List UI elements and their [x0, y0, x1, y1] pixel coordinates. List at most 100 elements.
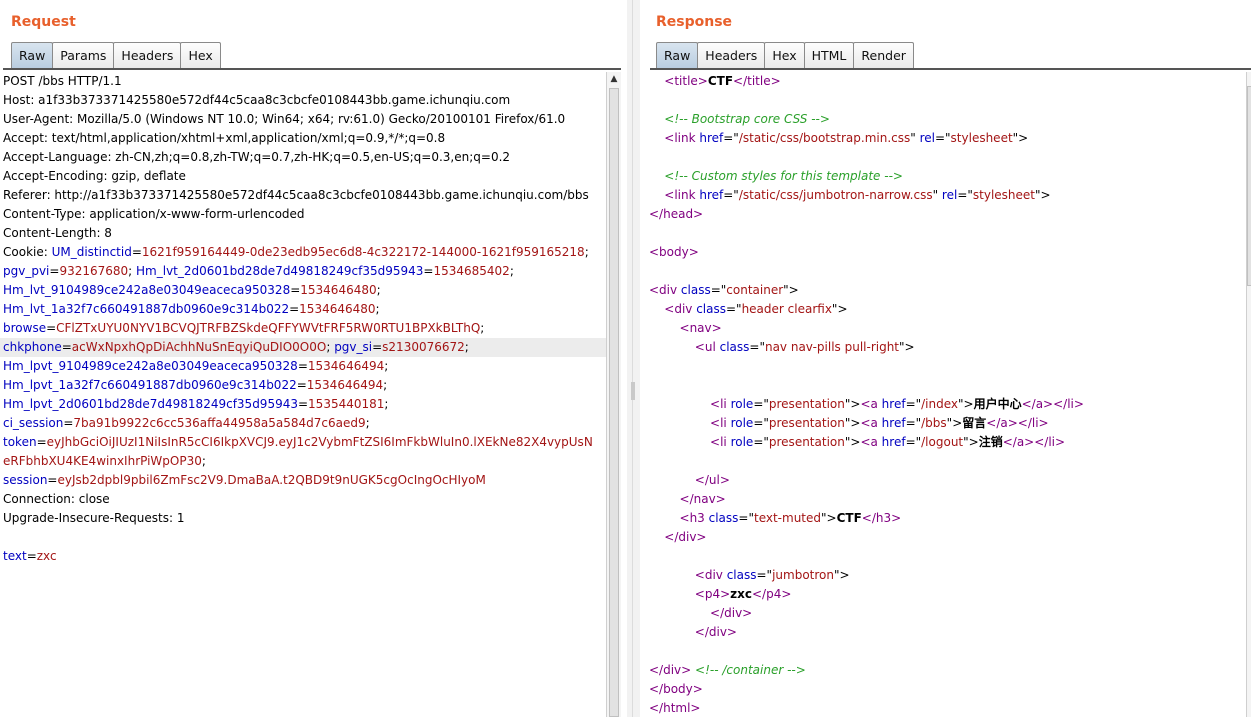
scroll-up-arrow-icon[interactable]: ▲	[607, 72, 621, 86]
code-token: /logout	[921, 435, 964, 449]
request-scroll-thumb[interactable]	[609, 88, 619, 717]
code-token: =	[296, 378, 307, 392]
response-tab-underline	[650, 68, 1251, 70]
code-token: <!-- /container -->	[695, 663, 806, 677]
code-token: Host: a1f33b373371425580e572df44c5caa8c3…	[3, 93, 511, 107]
code-line: Hm_lpvt_9104989ce242a8e03049eaceca950328…	[0, 357, 606, 376]
code-token: rel	[941, 188, 958, 202]
code-token: </html>	[649, 701, 701, 715]
code-token: 1535440181	[308, 397, 385, 411]
code-token: <link	[664, 188, 700, 202]
tab-raw[interactable]: Raw	[656, 42, 699, 68]
code-token: Hm_lpvt_9104989ce242a8e03049eaceca950328	[3, 359, 298, 373]
code-line: <ul class="nav nav-pills pull-right">	[646, 338, 1246, 357]
code-line: <li role="presentation"><a href="/logout…	[646, 433, 1246, 452]
code-token: =	[26, 549, 37, 563]
code-token: <h3	[679, 511, 709, 525]
code-token: presentation	[768, 397, 845, 411]
tab-render[interactable]: Render	[853, 42, 914, 68]
code-line: <div class="jumbotron">	[646, 566, 1246, 585]
code-token: ;	[375, 302, 380, 316]
code-line: </head>	[646, 205, 1246, 224]
code-token: CTF	[836, 511, 862, 525]
code-line: </div>	[646, 623, 1246, 642]
code-token: Content-Length: 8	[3, 226, 112, 240]
response-scroll-thumb[interactable]	[1247, 86, 1251, 286]
code-token: 1534685402	[433, 264, 510, 278]
code-token: 注销	[978, 435, 1003, 449]
code-line: </div>	[646, 528, 1246, 547]
code-token: token	[3, 435, 37, 449]
code-token: </div>	[664, 530, 707, 544]
code-token: Hm_lvt_2d0601bd28de7d49818249cf35d95943	[136, 264, 424, 278]
code-token: </title>	[733, 74, 781, 88]
code-token: rel	[919, 131, 935, 145]
code-token: browse	[3, 321, 47, 335]
tab-headers[interactable]: Headers	[697, 42, 766, 68]
code-token: ">	[844, 416, 861, 430]
code-token: ">	[831, 302, 848, 316]
response-editor[interactable]: <title>CTF</title> <!-- Bootstrap core C…	[646, 72, 1246, 717]
code-token: class	[726, 568, 757, 582]
response-scrollbar[interactable]	[1246, 72, 1251, 717]
code-token: ci_session	[3, 416, 64, 430]
tab-raw[interactable]: Raw	[11, 42, 54, 68]
code-token: </nav>	[679, 492, 726, 506]
code-token: Cookie:	[3, 245, 52, 259]
code-token: Referer: http://a1f33b373371425580e572df…	[3, 188, 589, 202]
request-editor[interactable]: POST /bbs HTTP/1.1 Host: a1f33b3733714255…	[0, 72, 606, 717]
panel-splitter[interactable]	[627, 0, 640, 717]
code-token: class	[708, 511, 739, 525]
request-title: Request	[11, 14, 76, 30]
code-token: ">	[821, 511, 837, 525]
code-line: text=zxc	[0, 547, 606, 566]
splitter-grip-icon[interactable]	[631, 382, 635, 400]
code-token: </head>	[649, 207, 704, 221]
request-scrollbar[interactable]: ▲	[606, 72, 621, 717]
code-line: </nav>	[646, 490, 1246, 509]
tab-html[interactable]: HTML	[803, 42, 855, 68]
code-line: chkphone=acWxNpxhQpDiAchhNuSnEqyiQuDIO0O…	[0, 338, 606, 357]
code-line: Hm_lvt_9104989ce242a8e03049eaceca950328=…	[0, 281, 606, 300]
code-token: ">	[946, 416, 963, 430]
code-token: </div>	[710, 606, 753, 620]
code-token: session	[3, 473, 48, 487]
code-token: <div	[694, 568, 727, 582]
code-token: s2130076672	[382, 340, 465, 354]
code-line: Cookie: UM_distinctid=1621f959164449-0de…	[0, 243, 606, 262]
code-line: Hm_lpvt_2d0601bd28de7d49818249cf35d95943…	[0, 395, 606, 414]
code-token: <a	[860, 435, 882, 449]
tab-hex[interactable]: Hex	[764, 42, 805, 68]
code-token: ="	[710, 283, 727, 297]
tab-hex[interactable]: Hex	[180, 42, 221, 68]
code-token: ">	[958, 397, 974, 411]
code-token: ;	[464, 340, 469, 354]
code-token: =	[47, 473, 58, 487]
code-token: POST /bbs HTTP/1.1	[3, 74, 122, 88]
code-token: ">	[834, 568, 850, 582]
code-line: Content-Length: 8	[0, 224, 606, 243]
code-line: <p4>zxc</p4>	[646, 585, 1246, 604]
tab-headers[interactable]: Headers	[113, 42, 182, 68]
code-token: stylesheet	[950, 131, 1013, 145]
code-token: Hm_lvt_9104989ce242a8e03049eaceca950328	[3, 283, 291, 297]
tab-params[interactable]: Params	[52, 42, 115, 68]
code-token: 1621f959164449-0de23edb95ec6d8-4c322172-…	[141, 245, 585, 259]
code-token: 1534646480	[300, 283, 377, 297]
code-token: UM_distinctid	[51, 245, 132, 259]
code-line: User-Agent: Mozilla/5.0 (Windows NT 10.0…	[0, 110, 606, 129]
code-token: ="	[725, 302, 742, 316]
code-token: </h3>	[861, 511, 902, 525]
code-line: </ul>	[646, 471, 1246, 490]
